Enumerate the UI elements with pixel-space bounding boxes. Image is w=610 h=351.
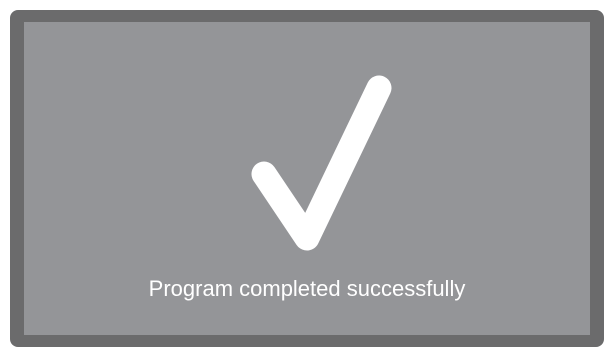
status-message: Program completed successfully (148, 276, 466, 301)
display-screen: Program completed successfully (24, 22, 590, 335)
device-frame: Program completed successfully (10, 10, 604, 347)
